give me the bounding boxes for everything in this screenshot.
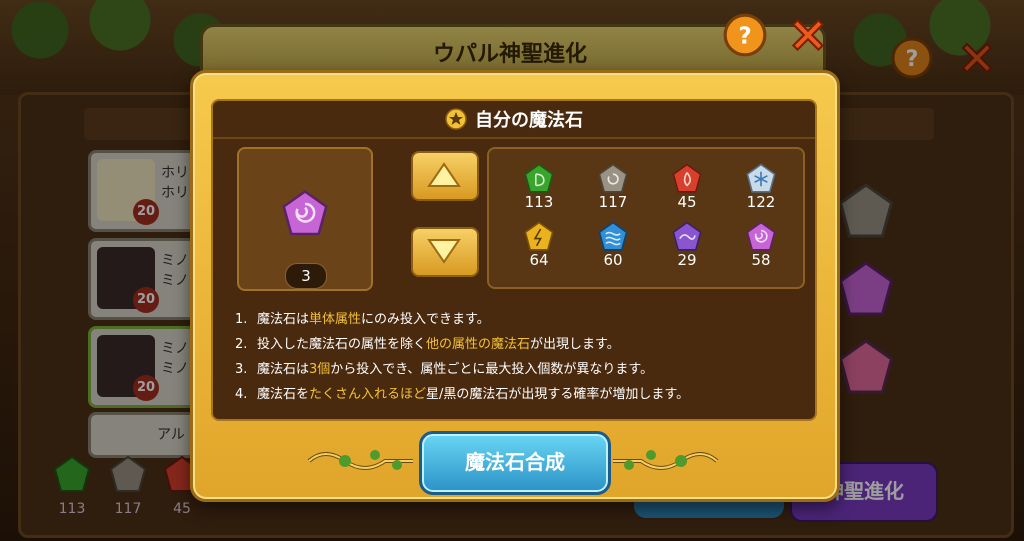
stone-count: 117 [598, 193, 628, 211]
combine-action-bar: 魔法石合成 [305, 431, 721, 495]
rule-item: 2. 投入した魔法石の属性を除く他の属性の魔法石が出現します。 [235, 337, 620, 352]
rules-list: 1. 魔法石は単体属性にのみ投入できます。 2. 投入した魔法石の属性を除く他の属性… [235, 307, 795, 407]
decrease-button[interactable] [411, 227, 479, 277]
svg-text:?: ? [738, 23, 751, 49]
stone-red[interactable]: 45 [659, 163, 715, 211]
rule-item: 4. 魔法石をたくさん入れるほど星/黒の魔法石が出現する確率が増加します。 [235, 387, 690, 402]
stone-count: 45 [677, 193, 697, 211]
stone-purple[interactable]: 58 [733, 221, 789, 269]
slot-count: 3 [285, 263, 327, 289]
blue-stone-icon [598, 221, 628, 251]
stone-violet[interactable]: 29 [659, 221, 715, 269]
stone-count: 60 [603, 251, 623, 269]
stone-count: 113 [524, 193, 554, 211]
stone-count: 122 [746, 193, 776, 211]
stone-count: 64 [529, 251, 549, 269]
stone-yellow[interactable]: 64 [511, 221, 567, 269]
stone-green[interactable]: 113 [511, 163, 567, 211]
close-icon[interactable] [784, 12, 832, 58]
magic-stone-dialog: 自分の魔法石 3 113 117 45 122 64 60 29 58 1. 魔… [190, 70, 840, 502]
vine-ornament-icon [307, 450, 413, 470]
ice-stone-icon [746, 163, 776, 193]
violet-stone-icon [672, 221, 702, 251]
rule-highlight: 単体属性 [309, 312, 362, 327]
arrow-up-icon [427, 162, 461, 187]
stone-blue[interactable]: 60 [585, 221, 641, 269]
red-stone-icon [672, 163, 702, 193]
help-question-icon[interactable]: ? [722, 12, 768, 58]
rule-highlight: 他の属性の魔法石 [426, 337, 531, 352]
gray-stone-icon [598, 163, 628, 193]
rule-item: 1. 魔法石は単体属性にのみ投入できます。 [235, 312, 490, 327]
combine-stones-button[interactable]: 魔法石合成 [419, 431, 611, 495]
dialog-header: 自分の魔法石 [213, 101, 815, 139]
purple-stone-icon [282, 189, 328, 236]
green-stone-icon [524, 163, 554, 193]
dialog-inner-panel: 自分の魔法石 3 113 117 45 122 64 60 29 58 1. 魔… [211, 99, 817, 421]
dialog-title: 自分の魔法石 [475, 110, 583, 131]
rule-highlight: 3個 [309, 362, 331, 377]
arrow-down-icon [427, 239, 461, 264]
stone-ice[interactable]: 122 [733, 163, 789, 211]
rule-highlight: たくさん入れるほど [309, 387, 427, 402]
rule-item: 3. 魔法石は3個から投入でき、属性ごとに最大投入個数が異なります。 [235, 362, 654, 377]
stone-count: 29 [677, 251, 697, 269]
stone-input-slot[interactable]: 3 [237, 147, 373, 291]
yellow-stone-icon [524, 221, 554, 251]
increase-button[interactable] [411, 151, 479, 201]
star-icon [445, 108, 467, 130]
vine-ornament-icon [613, 450, 719, 470]
stone-count: 58 [751, 251, 771, 269]
stone-gray[interactable]: 117 [585, 163, 641, 211]
owned-stones-panel: 113 117 45 122 64 60 29 58 [487, 147, 805, 289]
purple-stone-icon [746, 221, 776, 251]
